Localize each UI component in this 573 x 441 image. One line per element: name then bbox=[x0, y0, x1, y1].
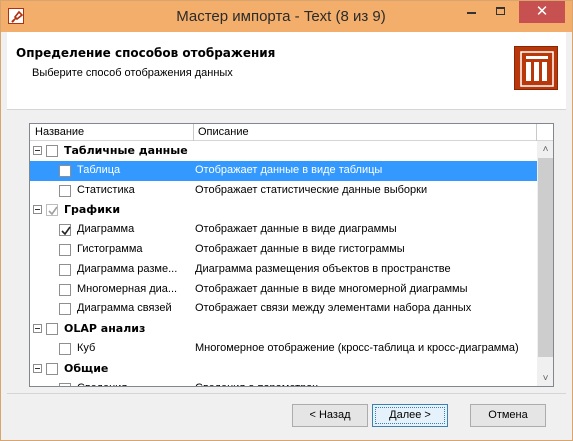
title-bar[interactable]: Мастер импорта - Text (8 из 9) ✕ bbox=[1, 1, 572, 32]
row-name: Диаграмма bbox=[77, 223, 135, 236]
row-description: Диаграмма размещения объектов в простран… bbox=[195, 262, 451, 275]
wizard-header: Определение способов отображения Выберит… bbox=[7, 32, 566, 110]
list-item[interactable]: Таблица Отображает данные в виде таблицы bbox=[30, 160, 537, 181]
row-name: Общие bbox=[64, 361, 109, 375]
page-subtitle: Выберите способ отображения данных bbox=[32, 67, 233, 79]
page-title: Определение способов отображения bbox=[16, 46, 276, 60]
close-button[interactable]: ✕ bbox=[519, 1, 565, 23]
display-methods-list[interactable]: Название Описание Табличные данные Таблиц… bbox=[29, 123, 554, 387]
close-icon: ✕ bbox=[535, 3, 549, 20]
row-checkbox[interactable] bbox=[59, 263, 71, 276]
minimize-icon bbox=[467, 12, 476, 15]
row-description: Сведения о параметрах bbox=[195, 382, 318, 386]
window-title: Мастер импорта - Text (8 из 9) bbox=[176, 8, 386, 25]
list-column-header: Название Описание bbox=[30, 124, 553, 141]
collapse-icon[interactable] bbox=[33, 363, 42, 373]
row-checkbox[interactable] bbox=[59, 164, 71, 177]
column-description-header[interactable]: Описание bbox=[198, 126, 249, 138]
row-checkbox[interactable] bbox=[59, 184, 71, 197]
row-name: Статистика bbox=[77, 183, 135, 196]
row-name: Сведения bbox=[77, 382, 190, 386]
next-button[interactable]: Далее > bbox=[372, 404, 448, 427]
row-checkbox[interactable] bbox=[59, 283, 71, 296]
row-name: Многомерная диа... bbox=[77, 282, 178, 295]
focus-rect bbox=[375, 407, 445, 424]
row-description: Отображает данные в виде многомерной диа… bbox=[195, 282, 468, 295]
row-name: Графики bbox=[64, 203, 121, 217]
column-divider[interactable] bbox=[536, 124, 537, 141]
group-row[interactable]: Общие bbox=[30, 359, 537, 379]
group-row[interactable]: Табличные данные bbox=[30, 141, 537, 161]
row-description: Отображает статистические данные выборки bbox=[195, 183, 428, 196]
maximize-button[interactable] bbox=[486, 1, 515, 23]
list-item[interactable]: Куб Многомерное отображение (кросс-таблиц… bbox=[30, 339, 537, 359]
footer-divider bbox=[7, 393, 566, 394]
column-name-header[interactable]: Название bbox=[35, 126, 84, 138]
back-button[interactable]: < Назад bbox=[292, 404, 368, 427]
column-divider[interactable] bbox=[193, 124, 194, 141]
list-item[interactable]: Гистограмма Отображает данные в виде гист… bbox=[30, 240, 537, 260]
collapse-icon[interactable] bbox=[33, 324, 42, 334]
row-name: Гистограмма bbox=[77, 242, 143, 255]
minimize-button[interactable] bbox=[457, 1, 486, 23]
scroll-up-icon[interactable]: ˄ bbox=[537, 141, 553, 158]
row-checkbox[interactable] bbox=[46, 323, 58, 336]
row-name: Табличные данные bbox=[64, 144, 188, 157]
row-checkbox[interactable] bbox=[59, 303, 71, 316]
report-wizard-icon bbox=[514, 46, 558, 90]
list-item[interactable]: Диаграмма связей Отображает связи между э… bbox=[30, 299, 537, 319]
row-name: Диаграмма разме... bbox=[77, 262, 178, 275]
collapse-icon[interactable] bbox=[33, 146, 42, 155]
list-item[interactable]: Диаграмма Отображает данные в виде диагра… bbox=[30, 220, 537, 240]
row-name: OLAP анализ bbox=[64, 322, 146, 336]
row-name: Таблица bbox=[77, 163, 121, 176]
row-checkbox[interactable] bbox=[59, 342, 71, 355]
row-description: Отображает данные в виде гистограммы bbox=[195, 242, 405, 255]
collapse-icon[interactable] bbox=[33, 205, 42, 215]
list-item[interactable]: Статистика Отображает статистические данн… bbox=[30, 181, 537, 201]
import-wizard-window: Мастер импорта - Text (8 из 9) ✕ Определ… bbox=[0, 0, 573, 441]
maximize-icon bbox=[496, 6, 505, 15]
group-row[interactable]: Графики bbox=[30, 200, 537, 220]
row-checkbox[interactable] bbox=[46, 145, 58, 157]
row-checkbox[interactable] bbox=[59, 382, 71, 386]
list-item[interactable]: Сведения Сведения о параметрах bbox=[30, 379, 537, 386]
row-description: Отображает данные в виде таблицы bbox=[195, 163, 383, 176]
row-checkbox[interactable] bbox=[46, 204, 58, 217]
row-checkbox[interactable] bbox=[46, 362, 58, 375]
list-item[interactable]: Диаграмма разме... Диаграмма размещения о… bbox=[30, 260, 537, 280]
row-name: Диаграмма связей bbox=[77, 302, 172, 315]
row-description: Многомерное отображение (кросс-таблица и… bbox=[195, 341, 519, 354]
row-checkbox[interactable] bbox=[59, 243, 71, 256]
list-rows: Табличные данные Таблица Отображает данные… bbox=[30, 141, 537, 386]
row-description: Отображает связи между элементами набора… bbox=[195, 302, 472, 315]
cancel-button[interactable]: Отмена bbox=[470, 404, 546, 427]
group-row[interactable]: OLAP анализ bbox=[30, 319, 537, 339]
scroll-down-icon[interactable]: ˅ bbox=[537, 370, 553, 386]
row-description: Отображает данные в виде диаграммы bbox=[195, 223, 397, 236]
row-checkbox[interactable] bbox=[59, 224, 71, 237]
vertical-scrollbar[interactable]: ˄ ˅ bbox=[537, 141, 553, 386]
app-icon bbox=[8, 8, 24, 24]
scrollbar-thumb[interactable] bbox=[538, 158, 553, 357]
row-name: Куб bbox=[77, 341, 96, 354]
list-item[interactable]: Многомерная диа... Отображает данные в ви… bbox=[30, 280, 537, 300]
